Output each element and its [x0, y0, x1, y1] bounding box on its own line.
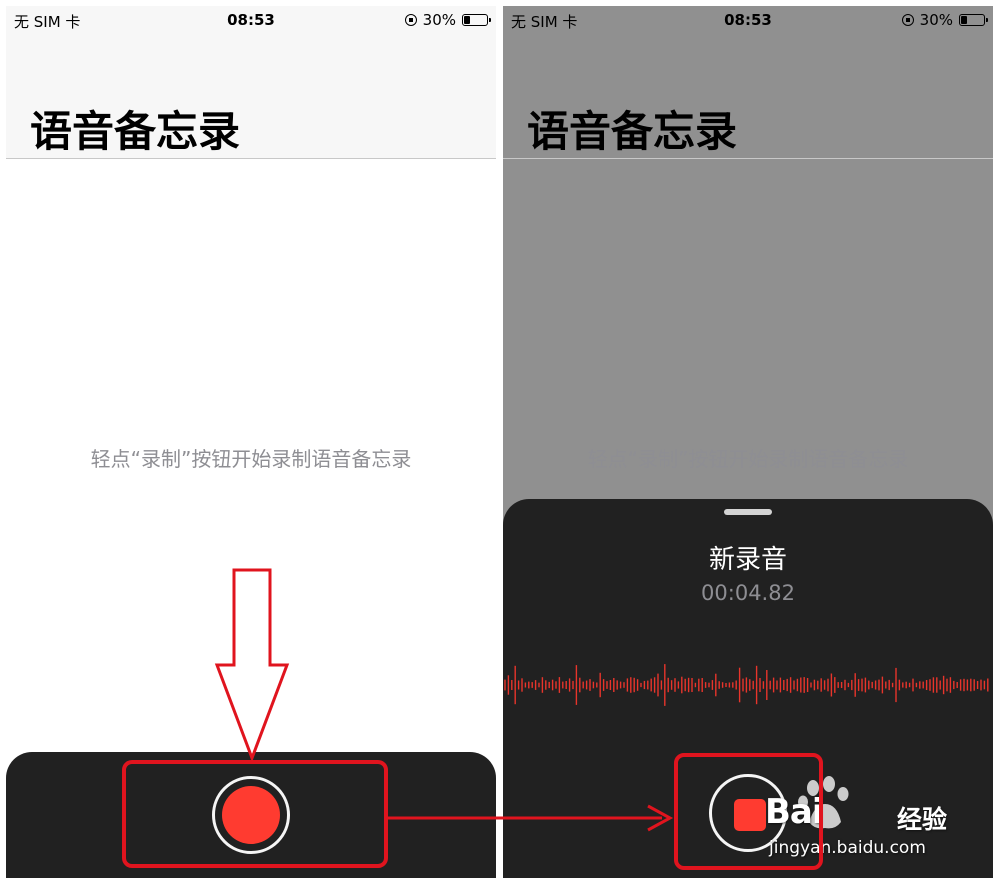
battery-icon	[959, 14, 988, 26]
page-title: 语音备忘录	[527, 107, 738, 156]
nav-header: 无 SIM 卡 08:53 30% 语音备忘录	[6, 6, 496, 159]
screen-recording-state: 无 SIM 卡 08:53 30% 语音备忘录 轻点“录制”按钮开始录制语音备忘…	[503, 6, 993, 878]
nav-header-dimmed: 无 SIM 卡 08:53 30% 语音备忘录	[503, 6, 993, 159]
orientation-lock-icon	[404, 14, 417, 26]
stop-button-icon	[734, 799, 766, 831]
status-bar: 无 SIM 卡 08:53 30%	[503, 6, 993, 36]
empty-hint: 轻点“录制”按钮开始录制语音备忘录	[587, 447, 909, 471]
watermark-brand-suffix: 经验	[897, 805, 948, 834]
battery-icon	[462, 14, 491, 26]
screen-empty-state: 无 SIM 卡 08:53 30% 语音备忘录 轻点“录制”按钮开始录制语音备忘…	[6, 6, 496, 878]
watermark-brand: Bai	[765, 792, 824, 832]
record-button-icon	[222, 786, 280, 844]
battery-fill	[464, 16, 470, 24]
watermark-url: jingyan.baidu.com	[769, 838, 926, 858]
sheet-grabber-handle[interactable]	[724, 509, 772, 515]
record-button[interactable]	[212, 776, 290, 854]
status-right: 30%	[404, 11, 491, 29]
battery-percent: 30%	[919, 11, 953, 29]
status-bar: 无 SIM 卡 08:53 30%	[6, 6, 496, 36]
baidu-jingyan-watermark: Bai 经验 jingyan.baidu.com	[765, 774, 975, 864]
battery-fill	[961, 16, 967, 24]
status-right: 30%	[901, 11, 988, 29]
waveform-visualizer	[504, 664, 989, 706]
recording-timer: 00:04.82	[701, 581, 795, 605]
orientation-lock-icon	[901, 14, 914, 26]
battery-percent: 30%	[422, 11, 456, 29]
recording-title: 新录音	[708, 545, 787, 575]
page-title: 语音备忘录	[30, 107, 241, 156]
empty-hint: 轻点“录制”按钮开始录制语音备忘录	[90, 447, 412, 471]
